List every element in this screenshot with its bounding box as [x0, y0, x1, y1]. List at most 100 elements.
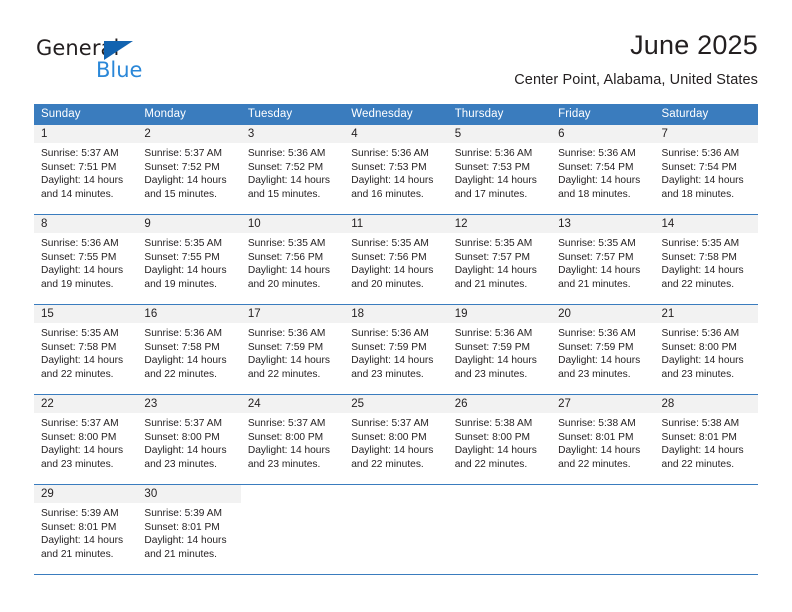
sunset-text: Sunset: 8:00 PM	[454, 431, 531, 443]
day-cell-16[interactable]: 16 Sunrise: 5:36 AM Sunset: 7:58 PM Dayligh…	[137, 305, 241, 394]
day-number-band: 18	[344, 305, 448, 323]
day-cell-14[interactable]: 14 Sunrise: 5:35 AM Sunset: 7:58 PM Dayligh…	[654, 215, 758, 304]
day-info: Sunrise: 5:38 AM Sunset: 8:01 PM Daylight:…	[551, 413, 654, 475]
calendar-grid: Sunday Monday Tuesday Wednesday Thursday Frid…	[34, 104, 758, 575]
day-cell-25[interactable]: 25 Sunrise: 5:37 AM Sunset: 8:00 PM Dayligh…	[344, 395, 448, 484]
day-info: Sunrise: 5:35 AM Sunset: 7:57 PM Daylight:…	[551, 233, 654, 295]
sunrise-text: Sunrise: 5:36 AM	[661, 148, 740, 159]
daylight-text: Daylight: 14 hours and 19 minutes.	[144, 265, 227, 290]
page-title: June 2025	[630, 30, 758, 60]
sunset-text: Sunset: 7:59 PM	[454, 341, 531, 353]
sunset-text: Sunset: 7:52 PM	[247, 161, 324, 173]
daylight-text: Daylight: 14 hours and 23 minutes.	[41, 445, 124, 470]
day-cell-7[interactable]: 7 Sunrise: 5:36 AM Sunset: 7:54 PM Daylight…	[654, 125, 758, 214]
day-cell-1[interactable]: 1 Sunrise: 5:37 AM Sunset: 7:51 PM Daylight…	[34, 125, 138, 214]
day-number: 18	[351, 308, 365, 320]
daylight-text: Daylight: 14 hours and 22 minutes.	[454, 445, 537, 470]
day-cell-17[interactable]: 17 Sunrise: 5:36 AM Sunset: 7:59 PM Dayligh…	[240, 305, 345, 394]
general-blue-logo[interactable]: General Blue	[36, 36, 236, 88]
sunrise-text: Sunrise: 5:37 AM	[41, 148, 119, 159]
sunset-text: Sunset: 8:00 PM	[661, 341, 737, 353]
day-info: Sunrise: 5:36 AM Sunset: 7:55 PM Daylight:…	[34, 233, 137, 295]
day-cell-12[interactable]: 12 Sunrise: 5:35 AM Sunset: 7:57 PM Dayligh…	[447, 215, 552, 304]
day-info: Sunrise: 5:37 AM Sunset: 8:00 PM Daylight:…	[344, 413, 447, 475]
day-cell-13[interactable]: 13 Sunrise: 5:35 AM Sunset: 7:57 PM Dayligh…	[551, 215, 655, 304]
day-cell-10[interactable]: 10 Sunrise: 5:35 AM Sunset: 7:56 PM Dayligh…	[240, 215, 345, 304]
day-cell-30[interactable]: 30 Sunrise: 5:39 AM Sunset: 8:01 PM Dayligh…	[137, 485, 241, 574]
daylight-text: Daylight: 14 hours and 16 minutes.	[351, 175, 434, 200]
day-cell-27[interactable]: 27 Sunrise: 5:38 AM Sunset: 8:01 PM Dayligh…	[551, 395, 655, 484]
day-cell-4[interactable]: 4 Sunrise: 5:36 AM Sunset: 7:53 PM Daylight…	[344, 125, 448, 214]
day-number-band: 24	[240, 395, 345, 413]
day-number: 8	[41, 218, 48, 230]
day-cell-22[interactable]: 22 Sunrise: 5:37 AM Sunset: 8:00 PM Dayligh…	[34, 395, 138, 484]
day-cell-23[interactable]: 23 Sunrise: 5:37 AM Sunset: 8:00 PM Dayligh…	[137, 395, 241, 484]
sunrise-text: Sunrise: 5:37 AM	[41, 418, 119, 429]
daylight-text: Daylight: 14 hours and 22 minutes.	[351, 445, 434, 470]
day-cell-9[interactable]: 9 Sunrise: 5:35 AM Sunset: 7:55 PM Daylight…	[137, 215, 241, 304]
sunrise-text: Sunrise: 5:35 AM	[247, 238, 326, 249]
day-number: 9	[144, 218, 151, 230]
sunrise-text: Sunrise: 5:35 AM	[454, 238, 533, 249]
day-number-band: 23	[137, 395, 241, 413]
day-info: Sunrise: 5:37 AM Sunset: 8:00 PM Daylight:…	[241, 413, 344, 475]
day-cell-19[interactable]: 19 Sunrise: 5:36 AM Sunset: 7:59 PM Dayligh…	[447, 305, 552, 394]
day-cell-11[interactable]: 11 Sunrise: 5:35 AM Sunset: 7:56 PM Dayligh…	[344, 215, 448, 304]
day-number-band: 17	[240, 305, 345, 323]
daylight-text: Daylight: 14 hours and 15 minutes.	[144, 175, 227, 200]
sunrise-text: Sunrise: 5:35 AM	[558, 238, 636, 249]
day-cell-3[interactable]: 3 Sunrise: 5:36 AM Sunset: 7:52 PM Daylight…	[240, 125, 345, 214]
day-number: 28	[661, 398, 675, 410]
daylight-text: Daylight: 14 hours and 22 minutes.	[247, 355, 330, 380]
day-number: 17	[247, 308, 261, 320]
day-info: Sunrise: 5:37 AM Sunset: 8:00 PM Daylight:…	[34, 413, 137, 475]
day-cell-24[interactable]: 24 Sunrise: 5:37 AM Sunset: 8:00 PM Dayligh…	[240, 395, 345, 484]
day-cell-6[interactable]: 6 Sunrise: 5:36 AM Sunset: 7:54 PM Daylight…	[551, 125, 655, 214]
calendar-week-row: 8 Sunrise: 5:36 AM Sunset: 7:55 PM Daylight…	[34, 215, 758, 305]
sunrise-text: Sunrise: 5:39 AM	[41, 508, 119, 519]
day-number-band	[447, 485, 552, 503]
day-cell-15[interactable]: 15 Sunrise: 5:35 AM Sunset: 7:58 PM Dayligh…	[34, 305, 138, 394]
sunset-text: Sunset: 7:52 PM	[144, 161, 220, 173]
day-info: Sunrise: 5:36 AM Sunset: 7:59 PM Daylight:…	[551, 323, 654, 385]
sunset-text: Sunset: 8:00 PM	[247, 431, 324, 443]
day-cell-21[interactable]: 21 Sunrise: 5:36 AM Sunset: 8:00 PM Dayligh…	[654, 305, 758, 394]
sunrise-text: Sunrise: 5:38 AM	[454, 418, 533, 429]
daylight-text: Daylight: 14 hours and 22 minutes.	[661, 445, 744, 470]
weekday-header-monday: Monday	[144, 108, 186, 120]
day-number-band: 14	[654, 215, 758, 233]
sunset-text: Sunset: 7:55 PM	[144, 251, 220, 263]
day-cell-8[interactable]: 8 Sunrise: 5:36 AM Sunset: 7:55 PM Daylight…	[34, 215, 138, 304]
daylight-text: Daylight: 14 hours and 14 minutes.	[41, 175, 124, 200]
sunrise-text: Sunrise: 5:36 AM	[661, 328, 740, 339]
day-info: Sunrise: 5:38 AM Sunset: 8:00 PM Daylight:…	[448, 413, 551, 475]
daylight-text: Daylight: 14 hours and 20 minutes.	[247, 265, 330, 290]
sunrise-text: Sunrise: 5:37 AM	[144, 148, 223, 159]
calendar-week-row: 1 Sunrise: 5:37 AM Sunset: 7:51 PM Daylight…	[34, 125, 758, 215]
day-info: Sunrise: 5:36 AM Sunset: 7:53 PM Daylight:…	[344, 143, 447, 205]
day-info: Sunrise: 5:36 AM Sunset: 7:54 PM Daylight:…	[551, 143, 654, 205]
day-cell-5[interactable]: 5 Sunrise: 5:36 AM Sunset: 7:53 PM Daylight…	[447, 125, 552, 214]
day-cell-28[interactable]: 28 Sunrise: 5:38 AM Sunset: 8:01 PM Dayligh…	[654, 395, 758, 484]
day-info: Sunrise: 5:35 AM Sunset: 7:56 PM Daylight:…	[241, 233, 344, 295]
sunrise-text: Sunrise: 5:35 AM	[661, 238, 740, 249]
sunrise-text: Sunrise: 5:38 AM	[558, 418, 636, 429]
calendar-week-row: 29 Sunrise: 5:39 AM Sunset: 8:01 PM Dayligh…	[34, 485, 758, 575]
day-number-band: 28	[654, 395, 758, 413]
day-number-band: 19	[447, 305, 552, 323]
day-cell-29[interactable]: 29 Sunrise: 5:39 AM Sunset: 8:01 PM Dayligh…	[34, 485, 138, 574]
day-info: Sunrise: 5:35 AM Sunset: 7:56 PM Daylight:…	[344, 233, 447, 295]
day-info: Sunrise: 5:39 AM Sunset: 8:01 PM Daylight:…	[34, 503, 137, 565]
day-number: 2	[144, 128, 151, 140]
day-number: 16	[144, 308, 158, 320]
day-cell-18[interactable]: 18 Sunrise: 5:36 AM Sunset: 7:59 PM Dayligh…	[344, 305, 448, 394]
sunrise-text: Sunrise: 5:35 AM	[41, 328, 119, 339]
sunset-text: Sunset: 8:00 PM	[351, 431, 427, 443]
sunset-text: Sunset: 7:51 PM	[41, 161, 117, 173]
day-cell-26[interactable]: 26 Sunrise: 5:38 AM Sunset: 8:00 PM Dayligh…	[447, 395, 552, 484]
sunrise-text: Sunrise: 5:36 AM	[351, 328, 429, 339]
day-cell-20[interactable]: 20 Sunrise: 5:36 AM Sunset: 7:59 PM Dayligh…	[551, 305, 655, 394]
page-subtitle: Center Point, Alabama, United States	[514, 72, 758, 88]
day-cell-2[interactable]: 2 Sunrise: 5:37 AM Sunset: 7:52 PM Daylight…	[137, 125, 241, 214]
day-number-band	[654, 485, 758, 503]
